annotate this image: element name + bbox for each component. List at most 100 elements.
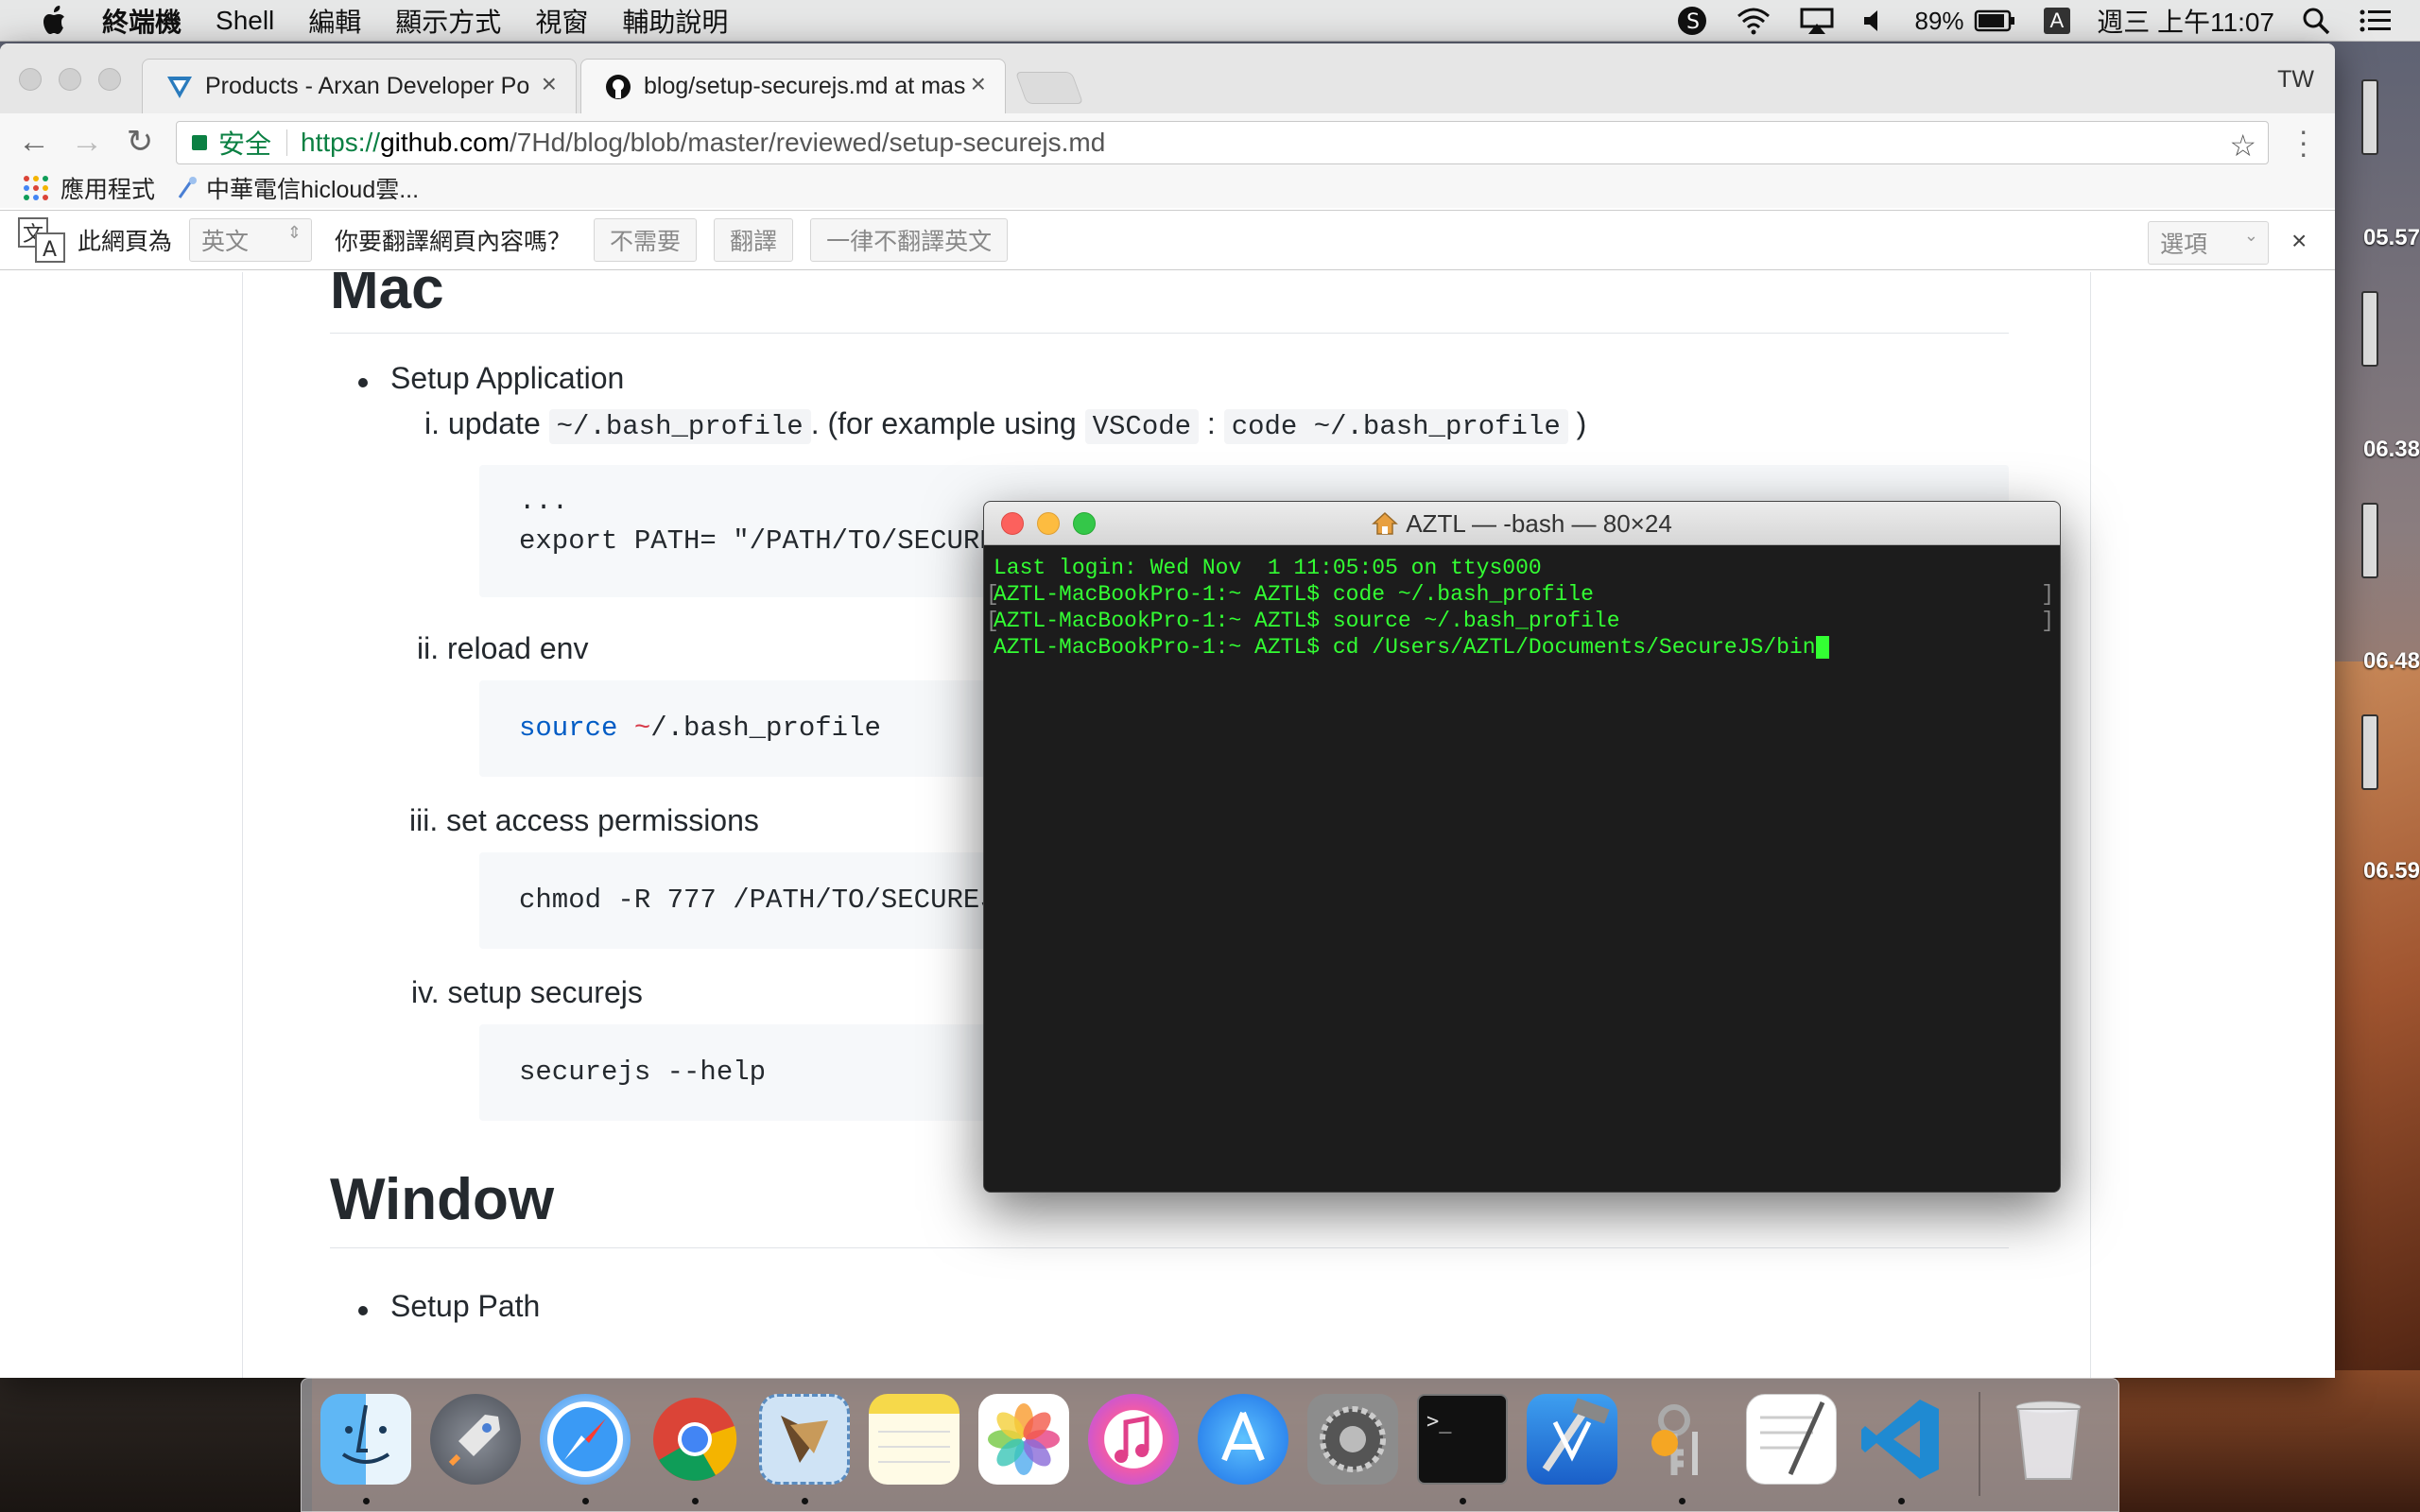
bookmark-hicloud[interactable]: 中華電信hicloud雲...: [206, 171, 419, 205]
spotlight-search-icon[interactable]: [2301, 6, 2331, 36]
battery-icon[interactable]: [1974, 9, 2017, 33]
apps-grid-icon[interactable]: [23, 175, 49, 201]
menu-window[interactable]: 視窗: [535, 2, 588, 40]
terminal-output[interactable]: Last login: Wed Nov 1 11:05:05 on ttys00…: [984, 545, 2060, 1192]
list-bullet: [358, 378, 368, 387]
terminal-line-text: AZTL-MacBookPro-1:~ AZTL$ cd /Users/AZTL…: [994, 635, 1816, 660]
translate-bar: 文 A 此網頁為 英文 ⇕ 你要翻譯網頁內容嗎？ 不需要 翻譯 一律不翻譯英文 …: [0, 210, 2335, 270]
chrome-menu-icon[interactable]: · · ·: [2298, 115, 2308, 168]
running-indicator: [1898, 1498, 1905, 1504]
terminal-app-icon[interactable]: >_: [1417, 1394, 1508, 1485]
reload-icon[interactable]: ↻: [121, 123, 159, 161]
back-arrow-icon[interactable]: ←: [15, 123, 53, 161]
step-update: i. update ~/.bash_profile. (for example …: [424, 406, 1586, 444]
tab-title: Products - Arxan Developer Po: [205, 73, 530, 99]
translate-options-select[interactable]: 選項 ⌄: [2148, 221, 2269, 265]
side-time-1: 05.57: [2362, 225, 2420, 250]
forward-arrow-icon[interactable]: →: [68, 123, 106, 161]
itunes-icon[interactable]: [1088, 1394, 1179, 1485]
terminal-line-text: AZTL-MacBookPro-1:~ AZTL$ code ~/.bash_p…: [994, 582, 1594, 607]
menu-view[interactable]: 顯示方式: [395, 2, 501, 40]
address-bar[interactable]: 安全 https:// github.com /7Hd/blog/blob/ma…: [176, 121, 2269, 164]
translate-button[interactable]: 翻譯: [714, 218, 794, 262]
input-method-indicator[interactable]: A: [2043, 8, 2071, 34]
heading-window: Window: [330, 1167, 555, 1232]
app-store-icon[interactable]: [1198, 1394, 1288, 1485]
tab-strip: Products - Arxan Developer Po × blog/set…: [0, 43, 2335, 113]
apple-menu-icon[interactable]: [36, 2, 74, 40]
terminal-window[interactable]: AZTL — -bash — 80×24 Last login: Wed Nov…: [983, 501, 2061, 1193]
select-chevron-icon: ⌄: [2243, 226, 2258, 245]
launchpad-icon[interactable]: [430, 1394, 521, 1485]
menu-app-name[interactable]: 終端機: [102, 2, 182, 40]
secure-label[interactable]: 安全: [218, 124, 271, 162]
bookmark-apps[interactable]: 應用程式: [60, 171, 155, 205]
xcode-icon[interactable]: [1527, 1394, 1617, 1485]
code-line: export PATH= "/PATH/TO/SECUREJS/b: [519, 525, 1063, 557]
menu-edit[interactable]: 編輯: [308, 2, 361, 40]
lock-icon[interactable]: [192, 135, 207, 150]
tab-close-icon[interactable]: ×: [971, 69, 986, 99]
menu-shell[interactable]: Shell: [216, 6, 274, 36]
bookmark-star-icon[interactable]: ☆: [2229, 128, 2256, 163]
desktop-wallpaper-right: [2118, 1370, 2420, 1512]
background-window-edge[interactable]: [2361, 79, 2378, 155]
chrome-icon[interactable]: [649, 1394, 740, 1485]
menu-help[interactable]: 輔助說明: [622, 2, 728, 40]
tab-arxan[interactable]: Products - Arxan Developer Po ×: [142, 59, 577, 113]
window-zoom-button[interactable]: [98, 68, 121, 91]
background-window-edge[interactable]: [2361, 291, 2378, 367]
list-bullet: [358, 1306, 368, 1315]
language-select[interactable]: 英文 ⇕: [189, 218, 313, 262]
finder-icon[interactable]: [320, 1394, 411, 1485]
running-indicator: [363, 1498, 370, 1504]
skype-status-icon[interactable]: S: [1676, 5, 1708, 37]
url-scheme: https://: [301, 128, 381, 157]
svg-text:>_: >_: [1426, 1410, 1452, 1434]
menubar-clock[interactable]: 週三 上午11:07: [2097, 2, 2274, 40]
tab-title: blog/setup-securejs.md at mas: [644, 73, 966, 99]
translate-icon: 文 A: [18, 217, 65, 263]
code-tilde: ~: [633, 713, 651, 744]
mail-icon[interactable]: [759, 1394, 850, 1485]
wifi-icon[interactable]: [1735, 7, 1772, 35]
heading-divider: [330, 1247, 2009, 1248]
system-preferences-icon[interactable]: [1307, 1394, 1398, 1485]
profile-button[interactable]: TW: [2277, 66, 2314, 94]
volume-icon[interactable]: [1861, 7, 1888, 35]
step-set-permissions: iii. set access permissions: [409, 803, 759, 837]
new-tab-button[interactable]: [1014, 72, 1084, 104]
terminal-title: AZTL — -bash — 80×24: [1406, 509, 1672, 538]
step-update-colon: :: [1206, 406, 1216, 440]
photos-icon[interactable]: [978, 1394, 1069, 1485]
translate-question: 你要翻譯網頁內容嗎？: [335, 229, 572, 255]
list-item-setup-application: Setup Application: [390, 361, 625, 395]
keychain-access-icon[interactable]: [1636, 1394, 1727, 1485]
window-close-button[interactable]: [19, 68, 42, 91]
desktop-wallpaper-left: [0, 1370, 312, 1512]
terminal-line: AZTL-MacBookPro-1:~ AZTL$ cd /Users/AZTL…: [994, 634, 2050, 661]
no-translate-button[interactable]: 不需要: [594, 218, 698, 262]
terminal-close-button[interactable]: [1001, 512, 1024, 535]
window-minimize-button[interactable]: [59, 68, 81, 91]
terminal-title-bar[interactable]: AZTL — -bash — 80×24: [984, 502, 2060, 545]
terminal-minimize-button[interactable]: [1037, 512, 1060, 535]
background-window-edge[interactable]: [2361, 714, 2378, 790]
arxan-favicon-icon: [167, 76, 192, 98]
dock-divider: [1979, 1392, 1980, 1496]
trash-icon[interactable]: [2003, 1394, 2094, 1485]
safari-icon[interactable]: [540, 1394, 631, 1485]
tab-github[interactable]: blog/setup-securejs.md at mas ×: [580, 59, 1006, 113]
notification-center-icon[interactable]: [2358, 7, 2394, 35]
never-translate-button[interactable]: 一律不翻譯英文: [810, 218, 1009, 262]
terminal-zoom-button[interactable]: [1073, 512, 1096, 535]
translate-close-icon[interactable]: ×: [2291, 226, 2307, 256]
background-window-edge[interactable]: [2361, 503, 2378, 578]
notes-icon[interactable]: [869, 1394, 959, 1485]
airplay-icon[interactable]: [1799, 7, 1835, 35]
textedit-icon[interactable]: [1746, 1394, 1837, 1485]
terminal-line: Last login: Wed Nov 1 11:05:05 on ttys00…: [994, 555, 2050, 581]
tab-close-icon[interactable]: ×: [542, 69, 557, 99]
terminal-line: [AZTL-MacBookPro-1:~ AZTL$ source ~/.bas…: [986, 608, 2054, 634]
vscode-icon[interactable]: [1856, 1394, 1946, 1485]
